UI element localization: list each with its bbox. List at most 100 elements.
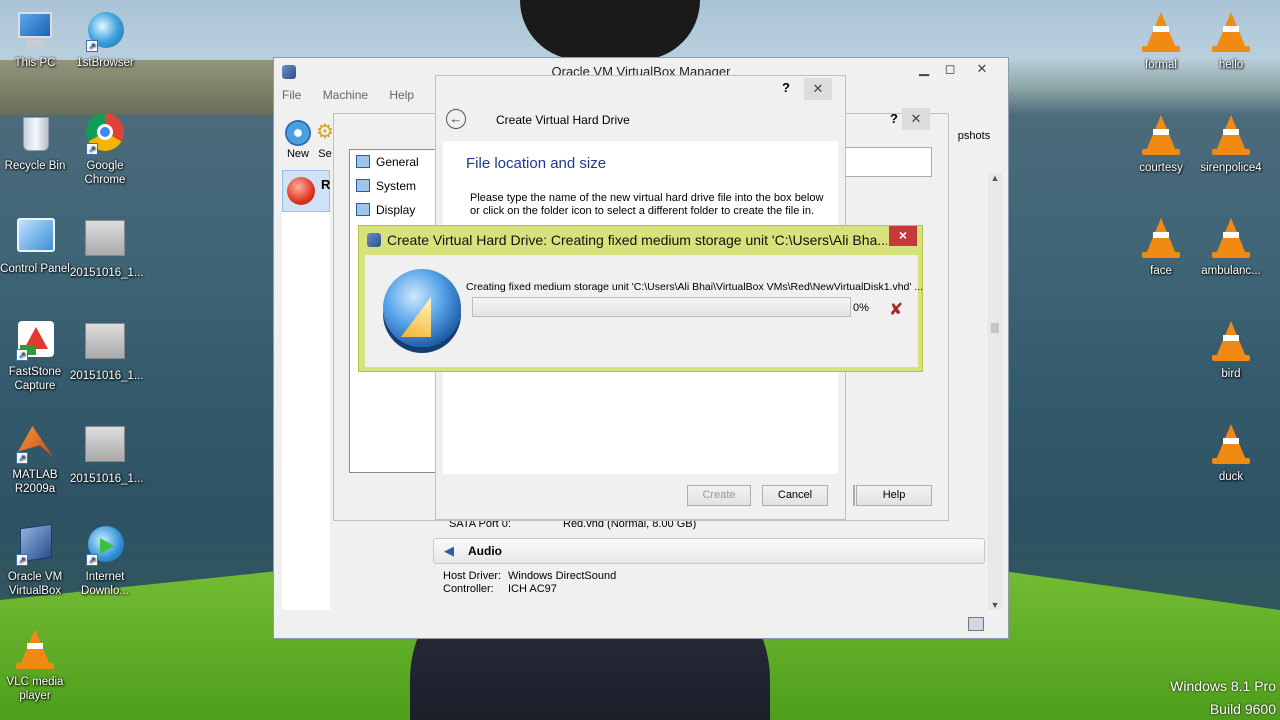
windows-build-watermark: Build 9600	[1209, 701, 1276, 717]
desktop-icon-bird[interactable]: bird	[1196, 319, 1266, 381]
settings-button[interactable]: ⚙ Se	[316, 116, 334, 160]
desktop-icon-file-3[interactable]: 20151016_1...	[70, 422, 144, 486]
settings-item-display[interactable]: Display	[350, 198, 415, 222]
vm-list-item-red[interactable]: R	[282, 170, 330, 212]
desktop-icon-file-1[interactable]: 20151016_1...	[70, 216, 144, 280]
wizard-title: Create Virtual Hard Drive	[496, 113, 630, 127]
desktop-icon-duck[interactable]: duck	[1196, 422, 1266, 484]
file-icon	[84, 220, 126, 262]
wizard-close-button[interactable]: ✕	[804, 78, 832, 100]
settings-item-system[interactable]: System	[350, 174, 416, 198]
desktop-icon-faststone[interactable]: ↗ FastStone Capture	[0, 319, 70, 393]
vlc-icon	[1210, 218, 1252, 260]
wizard-heading: File location and size	[466, 155, 607, 172]
desktop-icon-courtesy[interactable]: courtesy	[1126, 113, 1196, 175]
minimize-button[interactable]: ▁	[910, 58, 938, 80]
display-icon	[356, 203, 370, 216]
idm-icon: ↗	[84, 524, 126, 566]
progress-body: Creating fixed medium storage unit 'C:\U…	[365, 255, 923, 367]
details-scrollbar[interactable]: ▲ ▼	[988, 173, 1002, 610]
desktop-icon-formal[interactable]: formal	[1126, 10, 1196, 72]
back-arrow-icon[interactable]: ←	[446, 109, 466, 129]
wizard-help-mark[interactable]: ?	[782, 80, 790, 95]
progress-title: Create Virtual Hard Drive: Creating fixe…	[387, 232, 887, 248]
browser-icon: ↗	[84, 10, 126, 52]
recycle-bin-icon	[14, 113, 56, 155]
vbox-menubar: File Machine Help	[282, 88, 432, 110]
new-vm-button[interactable]: New	[282, 116, 314, 160]
wizard-description: Please type the name of the new virtual …	[470, 192, 824, 217]
cancel-button[interactable]: Cancel	[762, 485, 828, 506]
desktop-icon-1stbrowser[interactable]: ↗ 1stBrowser	[70, 10, 140, 70]
desktop-icon-matlab[interactable]: ↗ MATLAB R2009a	[0, 422, 70, 496]
progress-dialog: Create Virtual Hard Drive: Creating fixe…	[358, 225, 923, 372]
vlc-icon	[1140, 218, 1182, 260]
desktop-icon-idm[interactable]: ↗ Internet Downlo...	[70, 524, 140, 598]
progress-bar	[472, 297, 851, 317]
settings-close-button[interactable]: ✕	[902, 108, 930, 130]
controller-label: Controller:	[443, 583, 494, 595]
vm-list: R	[282, 170, 330, 610]
desktop-icon-face[interactable]: face	[1126, 216, 1196, 278]
settings-item-general[interactable]: General	[350, 150, 419, 174]
settings-help-mark[interactable]: ?	[890, 111, 898, 126]
vlc-icon	[1210, 115, 1252, 157]
settings-icon: ⚙	[316, 121, 334, 143]
progress-close-button[interactable]: ×	[889, 226, 917, 246]
virtualbox-icon	[282, 65, 296, 79]
settings-name-field[interactable]	[844, 147, 932, 177]
host-driver-label: Host Driver:	[443, 570, 502, 582]
faststone-icon: ↗	[14, 319, 56, 361]
progress-message: Creating fixed medium storage unit 'C:\U…	[466, 281, 924, 293]
general-icon	[356, 155, 370, 168]
new-icon	[285, 120, 311, 146]
scroll-down-icon[interactable]: ▼	[988, 600, 1002, 610]
desktop-icon-google-chrome[interactable]: ↗ Google Chrome	[70, 113, 140, 187]
hard-disk-icon	[383, 269, 461, 347]
status-icon[interactable]	[968, 617, 984, 631]
system-icon	[356, 179, 370, 192]
close-button[interactable]: ✕	[968, 58, 996, 80]
vlc-icon	[1210, 12, 1252, 54]
desktop-icon-file-2[interactable]: 20151016_1...	[70, 319, 144, 383]
desktop-icon-this-pc[interactable]: This PC	[0, 10, 70, 70]
scroll-up-icon[interactable]: ▲	[988, 173, 1002, 183]
desktop-icon-recycle-bin[interactable]: Recycle Bin	[0, 113, 70, 173]
vlc-icon	[1210, 321, 1252, 363]
desktop-icon-vlc[interactable]: VLC media player	[0, 627, 70, 703]
vlc-icon	[1140, 115, 1182, 157]
vm-os-icon	[287, 177, 315, 205]
virtualbox-icon: ↗	[14, 523, 56, 566]
vlc-icon	[1140, 12, 1182, 54]
create-button[interactable]: Create	[687, 485, 751, 506]
file-icon	[84, 323, 126, 365]
settings-help-button[interactable]: Help	[856, 485, 932, 506]
desktop-icon-virtualbox[interactable]: ↗ Oracle VM VirtualBox	[0, 523, 70, 598]
cancel-operation-icon[interactable]: ✘	[889, 300, 903, 320]
vlc-icon	[14, 629, 56, 671]
matlab-icon: ↗	[14, 422, 56, 464]
file-icon	[84, 426, 126, 468]
menu-machine[interactable]: Machine	[323, 88, 368, 102]
chrome-icon: ↗	[84, 113, 126, 155]
desktop-icon-sirenpolice4[interactable]: sirenpolice4	[1196, 113, 1266, 175]
desktop-icon-control-panel[interactable]: Control Panel	[0, 216, 70, 276]
desktop-icon-ambulance[interactable]: ambulanc...	[1196, 216, 1266, 278]
speaker-icon: ◀	[444, 543, 454, 558]
desktop-icon-hello[interactable]: hello	[1196, 10, 1266, 72]
menu-file[interactable]: File	[282, 88, 301, 102]
progress-percent: 0%	[853, 302, 869, 314]
audio-section-header[interactable]: ◀ Audio	[433, 538, 985, 564]
snapshots-button[interactable]: pshots	[954, 130, 994, 142]
virtualbox-icon	[367, 233, 381, 247]
host-driver-value: Windows DirectSound	[508, 570, 617, 582]
computer-icon	[14, 10, 56, 52]
background-head	[520, 0, 700, 60]
menu-help[interactable]: Help	[389, 88, 414, 102]
controller-value: ICH AC97	[508, 583, 557, 595]
vlc-icon	[1210, 424, 1252, 466]
scroll-thumb[interactable]	[991, 323, 999, 333]
control-panel-icon	[14, 216, 56, 258]
maximize-button[interactable]: ◻	[936, 58, 964, 80]
windows-edition-watermark: Windows 8.1 Pro	[1170, 678, 1276, 694]
